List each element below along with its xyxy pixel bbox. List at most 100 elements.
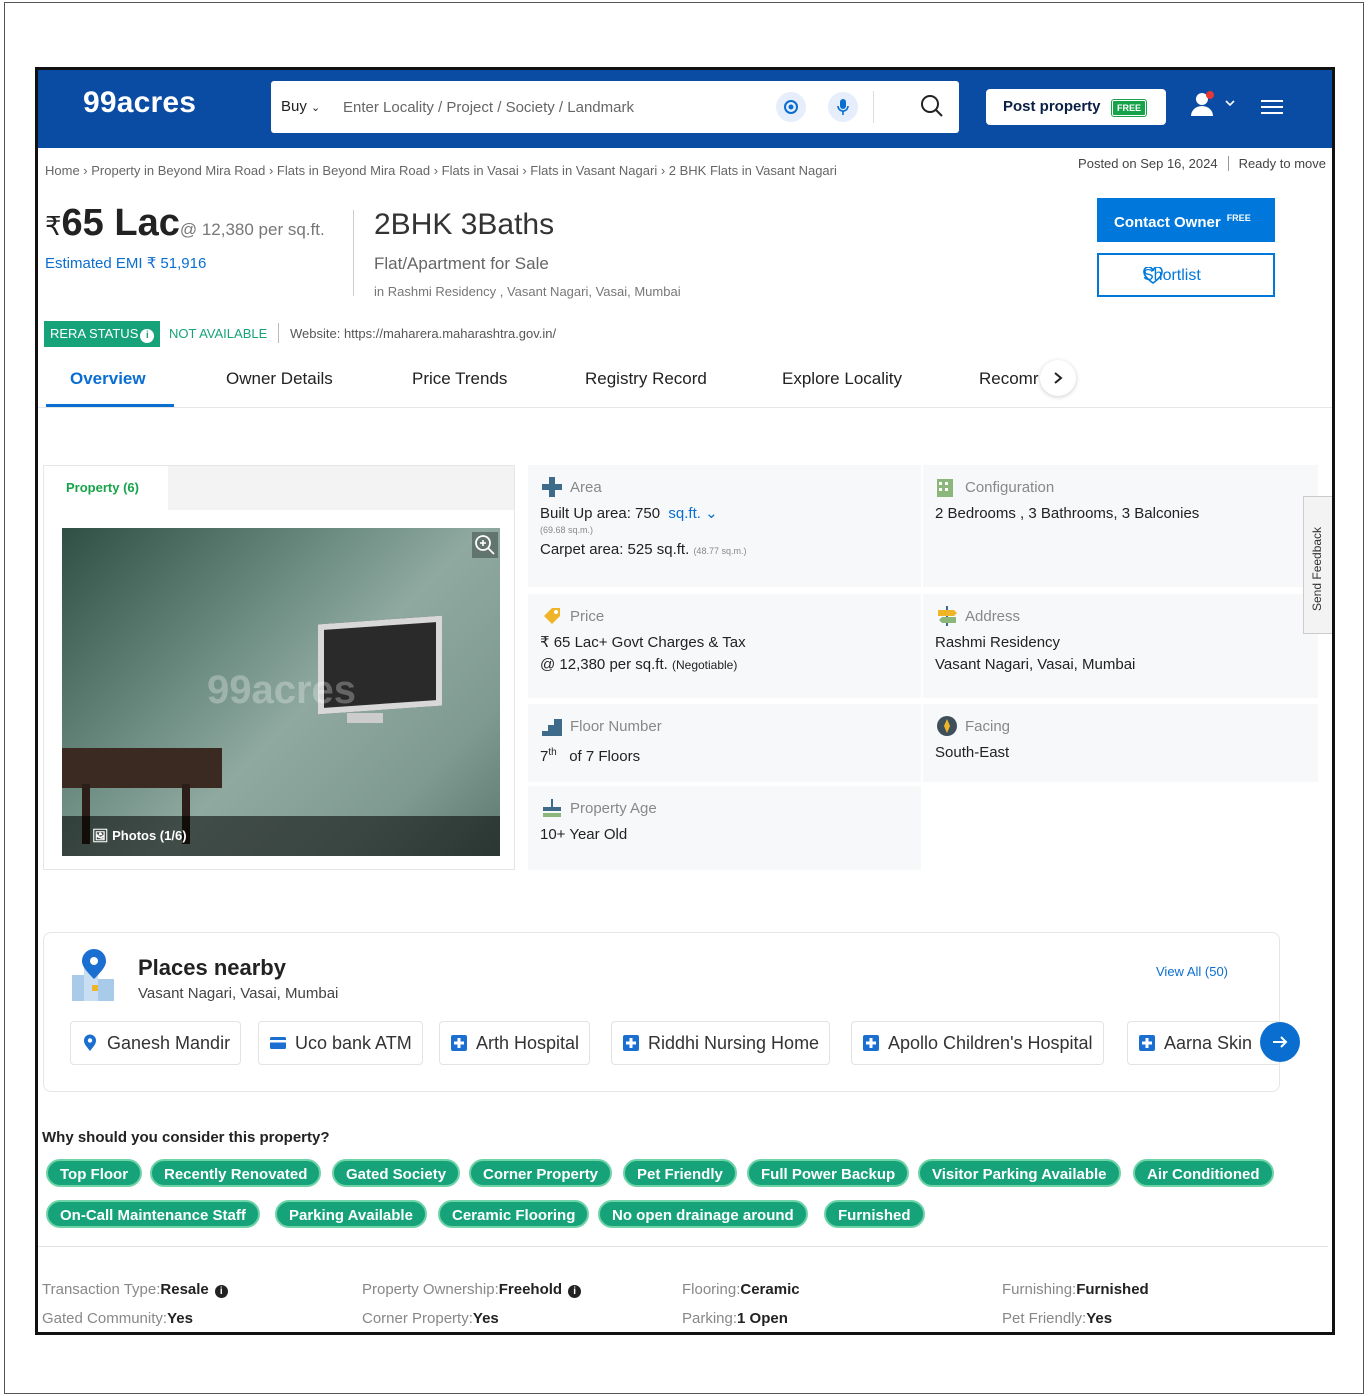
price-detail-line1: ₹ 65 Lac+ Govt Charges & Tax (540, 634, 746, 651)
logo[interactable]: 99acres (83, 86, 196, 120)
active-tab-indicator (46, 404, 174, 407)
fact-value: Yes (167, 1310, 193, 1327)
section-tabs: Overview Owner Details Price Trends Regi… (38, 360, 1332, 408)
contact-free-badge: FREE (1226, 213, 1251, 223)
place-chip[interactable]: Ganesh Mandir (70, 1021, 242, 1065)
zoom-in-icon (472, 532, 498, 558)
search-input[interactable] (343, 93, 763, 121)
info-icon[interactable]: i (140, 329, 155, 343)
place-chip[interactable]: Aarna Skin (1127, 1021, 1281, 1065)
place-chip[interactable]: Arth Hospital (439, 1021, 591, 1065)
photos-count-text: Photos (1/6) (112, 828, 187, 843)
feature-tag: Corner Property (469, 1159, 613, 1187)
price-label-row: Price (540, 604, 921, 628)
property-photo[interactable]: 99acres 🖼 Photos (1/6) (62, 528, 500, 856)
search-icon (921, 95, 943, 117)
tab-overview[interactable]: Overview (70, 369, 146, 389)
facing-value: South-East (935, 744, 1010, 761)
tab-explore-locality[interactable]: Explore Locality (782, 369, 902, 389)
tab-price-trends[interactable]: Price Trends (412, 369, 507, 389)
price-detail: ₹ 65 Lac+ Govt Charges & Tax @ 12,380 per… (540, 632, 921, 676)
floor-label-row: Floor Number (540, 714, 921, 738)
view-all-places-link[interactable]: View All (50) (1156, 964, 1228, 979)
fact-label: Flooring (682, 1281, 737, 1298)
stairs-icon (542, 719, 562, 736)
breadcrumb[interactable]: Home › Property in Beyond Mira Road › Fl… (45, 163, 837, 178)
fact-value: Freehold (498, 1281, 563, 1298)
unit-dropdown[interactable]: sq.ft. ⌄ (668, 505, 717, 522)
tab-owner-details[interactable]: Owner Details (226, 369, 333, 389)
built-up-area: Built Up area: 750 sq.ft. ⌄ (540, 503, 921, 525)
feature-tag: Air Conditioned (1133, 1159, 1274, 1187)
feature-tag: Full Power Backup (747, 1159, 910, 1187)
unit-label: sq.ft. (668, 505, 701, 522)
place-chip[interactable]: Apollo Children's Hospital (851, 1021, 1104, 1065)
free-badge: FREE (1110, 99, 1148, 117)
posted-divider (1227, 156, 1229, 171)
shortlist-button[interactable]: Shortlist (1097, 253, 1275, 297)
place-name: Ganesh Mandir (107, 1033, 231, 1053)
possession-status: Ready to move (1238, 156, 1326, 171)
built-up-value: Built Up area: 750 (540, 505, 661, 522)
fact-label: Corner Property (362, 1310, 469, 1327)
negotiable-tag: (Negotiable) (671, 658, 738, 672)
user-menu[interactable] (1188, 90, 1236, 125)
tabs-next-button[interactable] (1040, 360, 1076, 396)
place-name: Aarna Skin (1164, 1033, 1253, 1053)
emi-link[interactable]: Estimated EMI ₹ 51,916 (45, 254, 206, 272)
property-photos-tab[interactable]: Property (6) (44, 466, 168, 510)
feature-tag: On-Call Maintenance Staff (46, 1200, 260, 1228)
carpet-area: Carpet area: 525 sq.ft. (48.77 sq.m.) (540, 539, 921, 562)
fact-flooring: Flooring:Ceramic (682, 1281, 800, 1298)
places-nearby-section: Places nearby Vasant Nagari, Vasai, Mumb… (43, 932, 1281, 1092)
fact-label: Parking (682, 1310, 733, 1327)
feature-tag: Top Floor (46, 1159, 143, 1187)
place-chip[interactable]: Riddhi Nursing Home (611, 1021, 831, 1065)
property-age-cell: Property Age 10+ Year Old (528, 786, 921, 870)
contact-owner-button[interactable]: Contact Owner FREE (1097, 198, 1275, 242)
listing-page: 99acres Buy ⌄ Post property FREE Hom (35, 67, 1335, 1335)
carpet-value: Carpet area: 525 sq.ft. (540, 541, 690, 558)
rera-website[interactable]: Website: https://maharera.maharashtra.go… (290, 326, 556, 341)
age-value: 10+ Year Old (540, 826, 628, 843)
tab-registry-record[interactable]: Registry Record (585, 369, 707, 389)
place-chip[interactable]: Uco bank ATM (258, 1021, 423, 1065)
search-button[interactable] (919, 93, 945, 124)
info-icon[interactable]: i (214, 1285, 228, 1298)
locate-button[interactable] (776, 92, 806, 122)
rera-status: NOT AVAILABLE (169, 326, 268, 341)
price-label: Price (570, 607, 605, 625)
place-name: Apollo Children's Hospital (888, 1033, 1093, 1053)
signpost-icon (938, 606, 957, 626)
hospital-icon (451, 1035, 467, 1051)
rera-label: RERA STATUS (50, 326, 139, 341)
buy-dropdown[interactable]: Buy ⌄ (281, 98, 320, 115)
places-next-button[interactable] (1260, 1022, 1300, 1062)
tab-recommendations[interactable]: Recomr (979, 369, 1039, 389)
fact-label: Pet Friendly (1002, 1310, 1083, 1327)
chevron-down-icon: ⌄ (311, 102, 321, 114)
calendar-icon (543, 799, 561, 817)
place-name: Riddhi Nursing Home (648, 1033, 820, 1053)
chevron-right-icon (1054, 372, 1063, 384)
photo-shelf (347, 713, 383, 723)
feature-tag: Parking Available (275, 1200, 427, 1228)
post-property-button[interactable]: Post property FREE (986, 89, 1166, 125)
configuration-label: Configuration (965, 478, 1055, 496)
facing-label: Facing (965, 717, 1011, 735)
zoom-button[interactable] (472, 532, 498, 563)
hamburger-menu[interactable] (1260, 98, 1284, 121)
voice-search-button[interactable] (828, 92, 858, 122)
area-icon (542, 477, 562, 497)
area-label-row: Area (540, 475, 921, 499)
info-icon[interactable]: i (568, 1285, 582, 1298)
fact-pet-friendly: Pet Friendly:Yes (1002, 1310, 1113, 1327)
age-label-row: Property Age (540, 796, 921, 820)
feature-tag: Pet Friendly (623, 1159, 737, 1187)
top-header: 99acres Buy ⌄ Post property FREE (38, 70, 1332, 148)
send-feedback-tab[interactable]: Send Feedback (1303, 496, 1332, 634)
price-block: ₹65 Lac@ 12,380 per sq.ft. (45, 202, 325, 245)
photos-count-label[interactable]: 🖼 Photos (1/6) (92, 828, 187, 844)
configuration-value: 2 Bedrooms , 3 Bathrooms, 3 Balconies (935, 505, 1200, 522)
hospital-icon (623, 1035, 639, 1051)
